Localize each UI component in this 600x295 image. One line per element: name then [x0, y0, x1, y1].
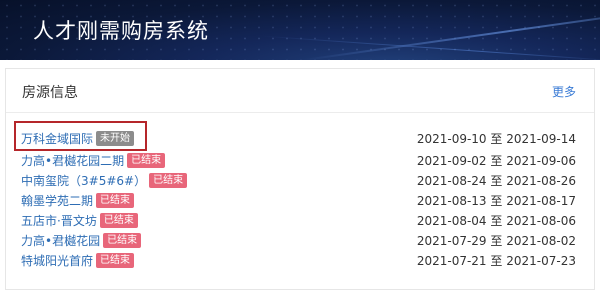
date-separator: 至	[490, 154, 503, 168]
end-date: 2021-07-23	[506, 254, 576, 268]
date-range: 2021-07-21 至 2021-07-23	[417, 251, 576, 271]
start-date: 2021-07-21	[416, 254, 487, 268]
header-banner: 人才刚需购房系统	[0, 0, 600, 60]
start-date: 2021-08-04	[416, 214, 487, 228]
listing-name-link[interactable]: 五店市·晋文坊 已结束	[21, 211, 138, 231]
date-range: 2021-08-13 至 2021-08-17	[417, 191, 576, 211]
end-date: 2021-08-06	[506, 214, 576, 228]
date-range: 2021-09-10 至 2021-09-14	[417, 127, 576, 151]
date-range: 2021-08-24 至 2021-08-26	[417, 171, 576, 191]
status-badge: 已结束	[99, 213, 138, 228]
status-badge: 已结束	[103, 233, 142, 248]
listing-name: 中南玺院（3#5#6#）	[21, 174, 147, 188]
list-item: 万科金域国际 未开始 2021-09-10 至 2021-09-14	[6, 127, 594, 151]
date-range: 2021-07-29 至 2021-08-02	[417, 231, 576, 251]
list-item: 中南玺院（3#5#6#） 已结束 2021-08-24 至 2021-08-26	[6, 171, 594, 191]
listing-name: 翰墨学苑二期	[21, 194, 94, 208]
date-separator: 至	[490, 174, 503, 188]
start-date: 2021-09-10	[416, 132, 487, 146]
listing-name: 力高•君樾花园二期	[21, 154, 125, 168]
listing-name: 力高•君樾花园	[21, 234, 101, 248]
listing-list: 万科金域国际 未开始 2021-09-10 至 2021-09-14 力高•君樾花…	[6, 127, 594, 271]
start-date: 2021-08-13	[416, 194, 487, 208]
listing-name-link[interactable]: 中南玺院（3#5#6#） 已结束	[21, 171, 188, 191]
status-badge: 已结束	[149, 173, 188, 188]
panel-header: 房源信息 更多	[6, 69, 594, 113]
listing-name: 五店市·晋文坊	[21, 214, 97, 228]
list-item: 力高•君樾花园 已结束 2021-07-29 至 2021-08-02	[6, 231, 594, 251]
panel-title: 房源信息	[22, 85, 78, 101]
start-date: 2021-07-29	[416, 234, 487, 248]
listing-name: 万科金域国际	[21, 132, 94, 146]
start-date: 2021-08-24	[416, 174, 487, 188]
list-item: 五店市·晋文坊 已结束 2021-08-04 至 2021-08-06	[6, 211, 594, 231]
listing-name: 特城阳光首府	[21, 254, 94, 268]
listing-panel: 房源信息 更多 万科金域国际 未开始 2021-09-10 至 2021-09-1…	[5, 68, 595, 290]
listing-name-link[interactable]: 特城阳光首府 已结束	[21, 251, 135, 271]
status-badge: 已结束	[96, 253, 135, 268]
list-item: 翰墨学苑二期 已结束 2021-08-13 至 2021-08-17	[6, 191, 594, 211]
end-date: 2021-08-17	[506, 194, 576, 208]
date-range: 2021-08-04 至 2021-08-06	[417, 211, 576, 231]
listing-name-link[interactable]: 万科金域国际 未开始	[21, 127, 135, 151]
status-badge: 已结束	[96, 193, 135, 208]
app-title: 人才刚需购房系统	[33, 19, 209, 43]
listing-name-link[interactable]: 翰墨学苑二期 已结束	[21, 191, 135, 211]
list-item: 特城阳光首府 已结束 2021-07-21 至 2021-07-23	[6, 251, 594, 271]
end-date: 2021-09-14	[506, 132, 576, 146]
list-item: 力高•君樾花园二期 已结束 2021-09-02 至 2021-09-06	[6, 151, 594, 171]
listing-name-link[interactable]: 力高•君樾花园 已结束	[21, 231, 142, 251]
end-date: 2021-09-06	[506, 154, 576, 168]
date-separator: 至	[490, 214, 503, 228]
more-link[interactable]: 更多	[552, 83, 576, 100]
date-separator: 至	[490, 194, 503, 208]
status-badge: 未开始	[96, 131, 135, 146]
start-date: 2021-09-02	[416, 154, 487, 168]
date-separator: 至	[490, 254, 503, 268]
date-separator: 至	[490, 132, 503, 146]
end-date: 2021-08-26	[506, 174, 576, 188]
end-date: 2021-08-02	[506, 234, 576, 248]
status-badge: 已结束	[127, 153, 166, 168]
date-range: 2021-09-02 至 2021-09-06	[417, 151, 576, 171]
date-separator: 至	[490, 234, 503, 248]
listing-name-link[interactable]: 力高•君樾花园二期 已结束	[21, 151, 166, 171]
